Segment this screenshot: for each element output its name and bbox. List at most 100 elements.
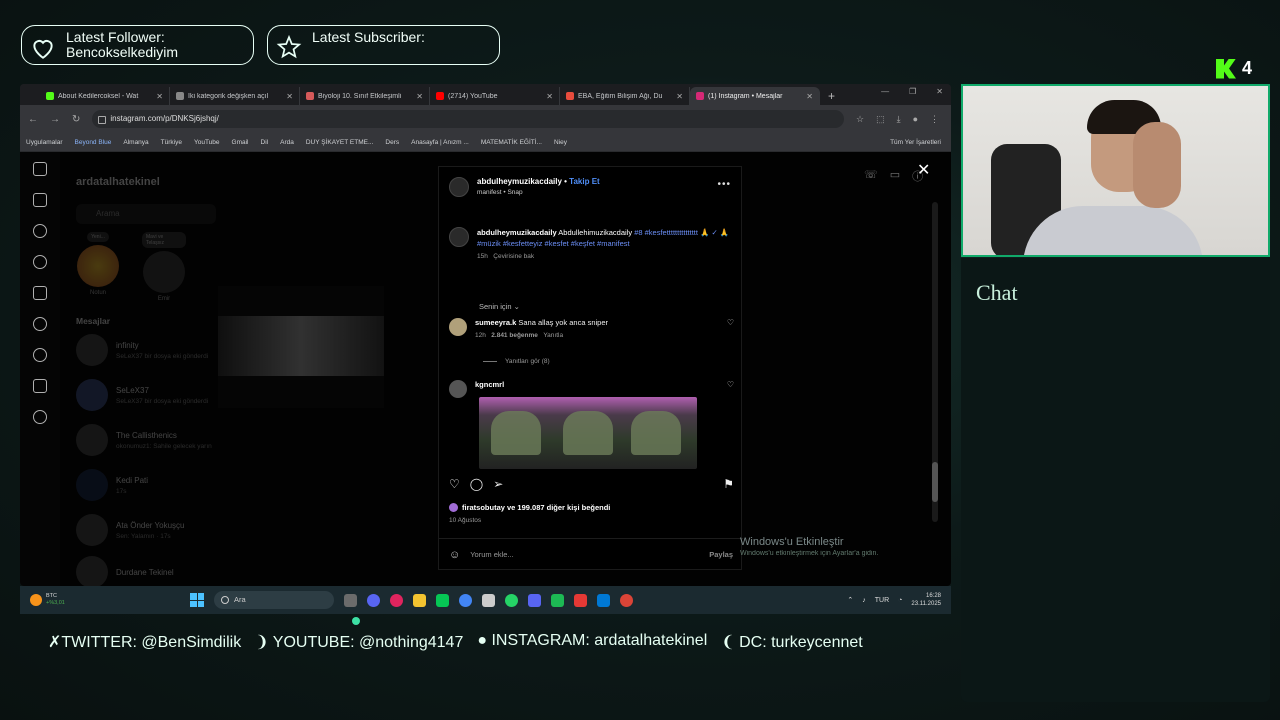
commenter-avatar[interactable] [449, 318, 467, 336]
bookmark-item[interactable]: Arda [280, 139, 294, 146]
tab-close-icon[interactable]: ✕ [546, 92, 553, 101]
clock[interactable]: 16:28 23.11.2025 [911, 592, 941, 608]
commenter-avatar[interactable] [449, 380, 467, 398]
bookmark-item[interactable]: MATEMATİK EĞİTİ... [481, 139, 542, 146]
video-call-icon[interactable]: ▭ [890, 168, 900, 184]
reply-button[interactable]: Yanıtla [543, 332, 563, 339]
reels-icon[interactable] [33, 286, 47, 300]
bookmark-item[interactable]: Niey [554, 139, 567, 146]
comment-author[interactable]: kgncmrl [475, 380, 719, 389]
like-comment-icon[interactable]: ♡ [727, 318, 734, 339]
post-audio[interactable]: manifest • Snap [477, 189, 600, 196]
like-comment-icon[interactable]: ♡ [727, 380, 734, 398]
close-window-icon[interactable]: ✕ [936, 87, 943, 96]
bookmark-item[interactable]: DUY ŞİKAYET ETME... [306, 139, 374, 146]
lang-indicator[interactable]: TUR [875, 597, 889, 604]
tab-3[interactable]: (2714) YouTube ✕ [430, 87, 560, 105]
new-tab-button[interactable]: + [820, 87, 843, 105]
chrome-icon[interactable] [459, 593, 472, 607]
taskbar-search[interactable]: Ara [214, 591, 334, 609]
tab-close-icon[interactable]: ✕ [156, 92, 163, 101]
back-icon[interactable]: ← [28, 114, 38, 125]
messages-icon[interactable] [33, 317, 47, 331]
bookmark-item[interactable]: Dil [261, 139, 269, 146]
bookmark-item[interactable]: Beyond Blue [75, 139, 112, 146]
post-comment-button[interactable]: Paylaş [709, 550, 733, 559]
bookmark-item[interactable]: Türkiye [161, 139, 182, 146]
menu-icon[interactable]: ⋮ [930, 114, 939, 125]
bookmark-item[interactable]: Gmail [232, 139, 249, 146]
forward-icon[interactable]: → [50, 114, 60, 125]
save-bookmark-icon[interactable]: ⚑ [723, 477, 734, 491]
comment-likes[interactable]: 2.841 beğenme [491, 332, 538, 339]
pen-icon[interactable] [482, 593, 495, 607]
opera-icon[interactable] [390, 593, 403, 607]
btc-widget[interactable]: BTC +%3,01 [30, 593, 190, 607]
comment-icon[interactable]: ◯ [470, 477, 483, 491]
bookmark-item[interactable]: Anasayfa | Anızm ... [411, 139, 469, 146]
comment-input[interactable]: Yorum ekle... [470, 550, 699, 559]
notifications-heart-icon[interactable] [33, 348, 47, 362]
post-author[interactable]: abdulheymuzikacdaily [477, 177, 562, 186]
translate-link[interactable]: Çevirisine bak [493, 253, 534, 260]
file-explorer-icon[interactable] [413, 593, 426, 607]
speaker-icon[interactable]: ♪ [862, 597, 866, 604]
likes-summary[interactable]: firatsobutay ve 199.087 diğer kişi beğen… [449, 503, 610, 512]
discord-icon[interactable] [528, 593, 541, 607]
tab-0[interactable]: About Kedilercoksel - Wat ✕ [40, 87, 170, 105]
star-bookmark-icon[interactable]: ☆ [856, 114, 864, 125]
author-avatar[interactable] [449, 227, 469, 247]
tab-close-icon[interactable]: ✕ [806, 92, 813, 101]
search-icon[interactable] [33, 224, 47, 238]
like-icon[interactable]: ♡ [449, 477, 460, 491]
bookmark-item[interactable]: Almanya [123, 139, 148, 146]
tab-5[interactable]: (1) Instagram • Mesajlar ✕ [690, 87, 820, 105]
extension-icon[interactable]: ⬚ [876, 114, 885, 125]
vscode-icon[interactable] [597, 593, 610, 607]
bookmark-item[interactable]: YouTube [194, 139, 220, 146]
author-avatar[interactable] [449, 177, 469, 197]
comment-author[interactable]: sumeeyra.k [475, 318, 516, 327]
pdf-reader-icon[interactable] [574, 593, 587, 607]
emoji-icon[interactable]: ☺ [449, 549, 460, 561]
spotify-icon[interactable] [551, 593, 564, 607]
bookmark-item[interactable]: Uygulamalar [26, 139, 63, 146]
phone-icon[interactable]: ☏ [864, 168, 878, 184]
bookmark-item[interactable]: Ders [385, 139, 399, 146]
tab-close-icon[interactable]: ✕ [286, 92, 293, 101]
scrollbar[interactable] [932, 202, 938, 522]
comment-sort-dropdown[interactable]: Senin için ⌄ [479, 302, 520, 311]
all-bookmarks[interactable]: Tüm Yer İşaretleri [890, 139, 941, 146]
reload-icon[interactable]: ↻ [72, 114, 80, 125]
download-icon[interactable]: ⤓ [897, 114, 901, 125]
minimize-icon[interactable]: — [881, 87, 889, 96]
explore-icon[interactable] [33, 255, 47, 269]
profile-icon[interactable]: ● [913, 114, 918, 125]
more-options-icon[interactable]: ••• [717, 179, 731, 190]
create-plus-icon[interactable] [33, 379, 47, 393]
tray-chevron-icon[interactable]: ⌃ [847, 596, 853, 604]
tab-close-icon[interactable]: ✕ [416, 92, 423, 101]
tab-4[interactable]: EBA, Eğitim Bilişim Ağı, Du ✕ [560, 87, 690, 105]
close-modal-icon[interactable]: ✕ [917, 160, 930, 180]
windows-start-icon[interactable] [190, 593, 204, 607]
follow-button[interactable]: Takip Et [569, 177, 600, 186]
view-replies-button[interactable]: Yanıtları gör (8) [483, 358, 550, 365]
tab-1[interactable]: İki kategorik değişken açıl ✕ [170, 87, 300, 105]
share-icon[interactable]: ➢ [493, 477, 503, 491]
wifi-icon[interactable]: ◔ [898, 597, 902, 604]
line-icon[interactable] [436, 593, 449, 607]
profile-avatar-icon[interactable] [33, 410, 47, 424]
app-icon[interactable] [367, 593, 380, 607]
home-icon[interactable] [33, 193, 47, 207]
task-view-icon[interactable] [344, 593, 357, 607]
chrome-profile-icon[interactable] [620, 593, 633, 607]
tab-close-icon[interactable]: ✕ [676, 92, 683, 101]
maximize-icon[interactable]: ❐ [909, 87, 916, 96]
caption-author[interactable]: abdulheymuzikacdaily [477, 228, 557, 237]
tab-2[interactable]: Biyoloji 10. Sınıf Etkileşimli ✕ [300, 87, 430, 105]
whatsapp-icon[interactable] [505, 593, 518, 607]
comment-gif[interactable] [479, 397, 697, 469]
instagram-logo-icon[interactable] [33, 162, 47, 176]
url-input[interactable]: instagram.com/p/DNKSj6jshqj/ [92, 110, 844, 128]
